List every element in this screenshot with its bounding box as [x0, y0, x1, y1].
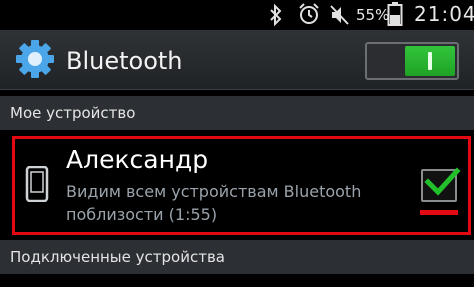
section-header-connected-devices: Подключенные устройства — [0, 240, 474, 274]
section-header-my-device: Мое устройство — [0, 96, 474, 130]
battery-icon — [387, 1, 403, 31]
page-title: Bluetooth — [66, 47, 183, 75]
status-line-1: Видим всем устройствам Bluetooth — [66, 182, 362, 201]
device-visibility-status: Видим всем устройствам Bluetooth поблизо… — [66, 180, 386, 226]
device-name: Александр — [66, 145, 209, 174]
bluetooth-icon — [268, 3, 284, 31]
underline-annotation — [420, 210, 458, 215]
clock: 21:04 — [414, 2, 474, 26]
bluetooth-toggle[interactable] — [365, 42, 459, 80]
alarm-icon — [297, 2, 321, 30]
mute-icon — [329, 3, 351, 31]
phone-icon — [24, 165, 50, 206]
checkmark-icon — [423, 164, 461, 204]
status-line-2: поблизости (1:55) — [66, 205, 218, 224]
toggle-knob — [405, 46, 455, 76]
screen: 55% 21:04 Bluetooth Мое устройство Алекс… — [0, 0, 474, 287]
status-bar: 55% 21:04 — [0, 0, 474, 30]
toggle-on-mark — [428, 52, 432, 70]
section-label: Мое устройство — [10, 104, 136, 122]
battery-percent: 55% — [356, 6, 390, 24]
section-label: Подключенные устройства — [10, 248, 225, 266]
gear-icon[interactable] — [14, 38, 56, 84]
